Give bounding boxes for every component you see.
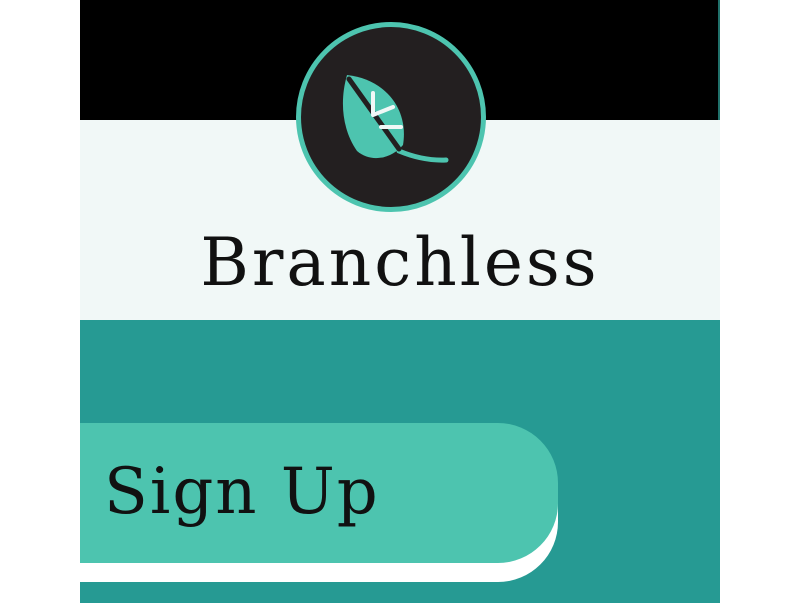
brand-name: Branchless (200, 224, 600, 301)
app-screen: Branchless Sign Up (80, 0, 720, 603)
leaf-icon (342, 75, 449, 163)
brand-logo (296, 22, 486, 212)
signup-button-label: Sign Up (104, 455, 380, 529)
signup-button[interactable]: Sign Up (80, 423, 558, 563)
top-bar-edge (718, 0, 720, 120)
